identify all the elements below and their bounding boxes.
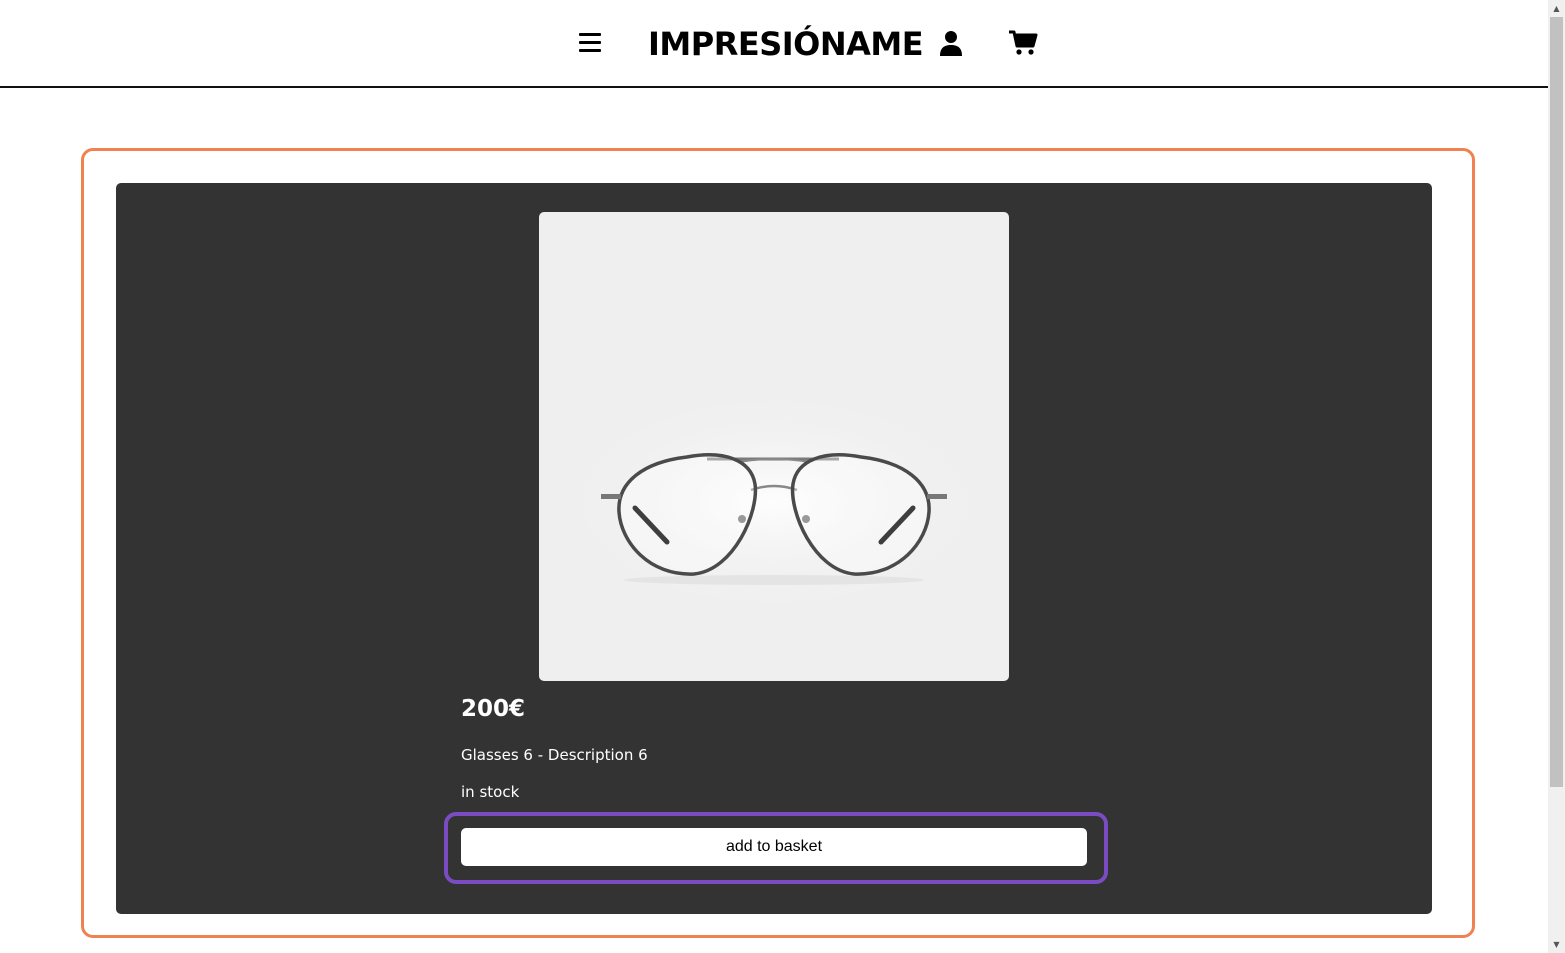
site-header: IMPRESIÓNAME: [0, 0, 1548, 88]
product-image: [539, 212, 1009, 681]
stock-status: in stock: [461, 783, 520, 801]
product-price: 200€: [461, 696, 526, 722]
shopping-cart-icon[interactable]: [1008, 30, 1038, 56]
brand-logo[interactable]: IMPRESIÓNAME: [648, 24, 924, 64]
vertical-scrollbar[interactable]: ▲ ▼: [1548, 0, 1565, 953]
scroll-down-arrow-icon[interactable]: ▼: [1548, 936, 1565, 953]
scrollbar-thumb[interactable]: [1550, 17, 1563, 787]
scroll-up-arrow-icon[interactable]: ▲: [1548, 0, 1565, 17]
product-description: Glasses 6 - Description 6: [461, 746, 648, 764]
user-icon[interactable]: [939, 30, 963, 56]
glasses-image: [544, 382, 1004, 622]
add-to-basket-button[interactable]: add to basket: [461, 828, 1087, 866]
hamburger-menu-icon[interactable]: [579, 33, 601, 53]
